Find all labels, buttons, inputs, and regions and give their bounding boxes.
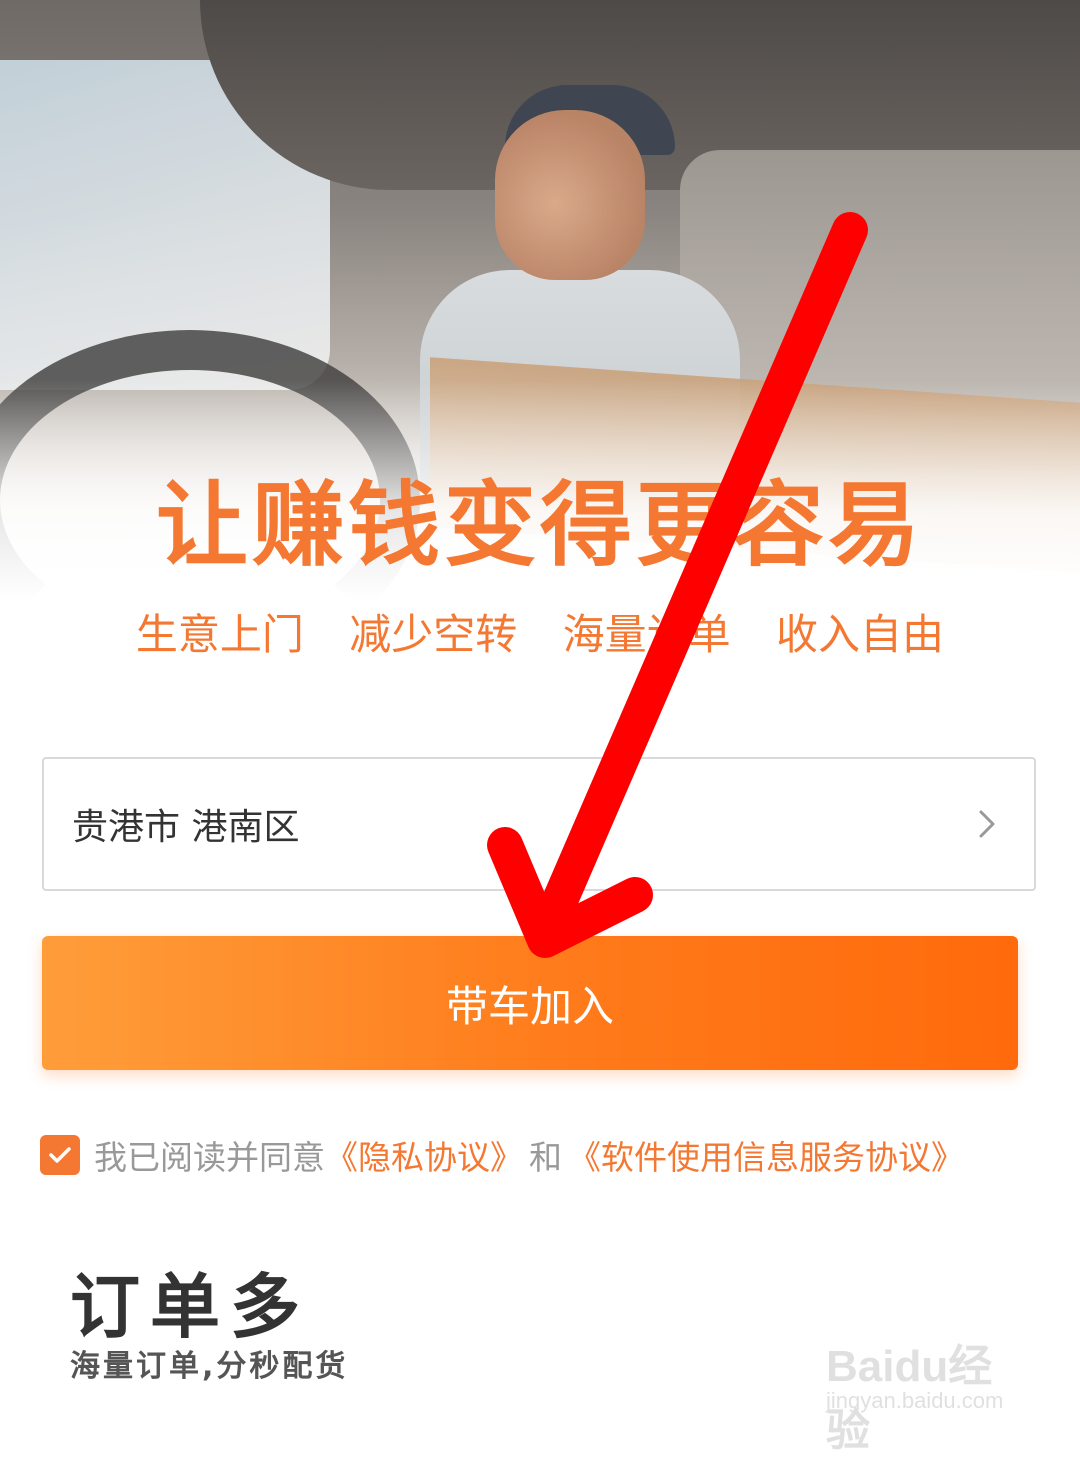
tagline: 生意上门 减少空转 海量订单 收入自由: [0, 605, 1080, 665]
agreement-text: 我已阅读并同意: [94, 1138, 325, 1177]
watermark-url: jingyan.baidu.com: [826, 1388, 1004, 1413]
service-agreement-link[interactable]: 《软件使用信息服务协议》: [568, 1131, 964, 1179]
agreement-checkbox[interactable]: [40, 1135, 80, 1175]
checkmark-icon: [49, 1147, 71, 1163]
agreement-conjunction: 和: [529, 1138, 562, 1177]
city-select-value: 贵港市 港南区: [72, 807, 300, 848]
join-with-vehicle-button[interactable]: 带车加入: [42, 936, 1018, 1070]
feature-subtitle: 海量订单,分秒配货: [70, 1349, 349, 1384]
tag-item: 收入自由: [776, 610, 945, 659]
tag-item: 海量订单: [562, 610, 731, 659]
headline: 让赚钱变得更容易: [155, 472, 924, 579]
baidu-watermark: Baidu经验 jingyan.baidu.com: [826, 1320, 1026, 1455]
tag-item: 生意上门: [135, 610, 304, 659]
hero-driver-head: [495, 110, 645, 280]
feature-title: 订单多: [70, 1266, 310, 1348]
agreement-row: 我已阅读并同意 《隐私协议》 和 《软件使用信息服务协议》: [40, 1130, 964, 1180]
chevron-right-icon: [979, 810, 995, 838]
privacy-policy-link[interactable]: 《隐私协议》: [325, 1131, 523, 1179]
city-select[interactable]: 贵港市 港南区: [42, 757, 1036, 891]
tag-item: 减少空转: [349, 610, 518, 659]
